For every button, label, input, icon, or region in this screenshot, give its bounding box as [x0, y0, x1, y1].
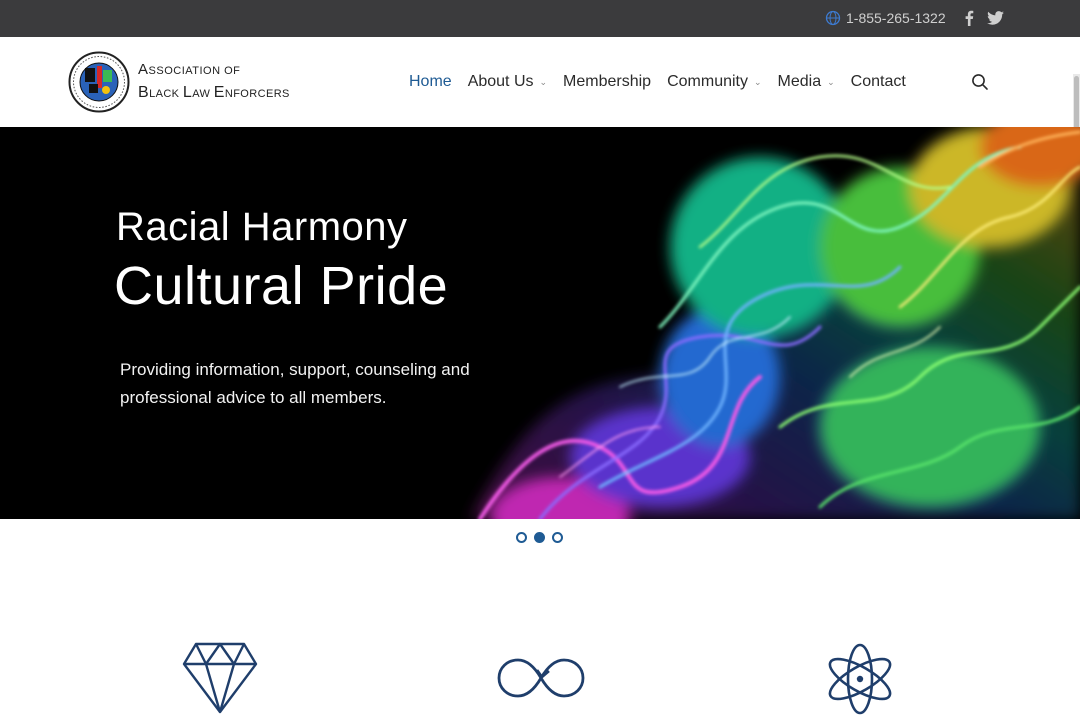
rainbow-smoke-image: [470, 127, 1080, 519]
facebook-icon: [965, 10, 974, 26]
nav-label: Contact: [850, 73, 906, 90]
nav-item-media[interactable]: Media ⌄: [778, 73, 835, 91]
nav-label: Community: [667, 73, 748, 90]
main-nav: Home About Us ⌄ Membership Community ⌄ M…: [409, 70, 922, 94]
chevron-down-icon: ⌄: [827, 76, 835, 87]
nav-item-community[interactable]: Community ⌄: [667, 73, 761, 91]
feature-infinity: [496, 656, 586, 705]
phone-contact[interactable]: 1-855-265-1322: [825, 9, 946, 27]
globe-icon: [825, 10, 841, 26]
nav-item-contact[interactable]: Contact: [851, 73, 906, 91]
nav-label: Home: [409, 73, 452, 90]
slider-dot-2[interactable]: [534, 532, 545, 543]
hero-title-line-2: Cultural Pride: [114, 256, 449, 316]
infinity-icon: [497, 658, 585, 698]
atom-icon: [828, 643, 892, 715]
hero-slide: Racial Harmony Cultural Pride Providing …: [0, 127, 1080, 519]
site-logo[interactable]: ASSOCIATION OF BLACK LAW ENFORCERS: [68, 51, 298, 113]
nav-label: Media: [777, 73, 822, 90]
nav-label: Membership: [563, 73, 652, 90]
site-header: ASSOCIATION OF BLACK LAW ENFORCERS Home …: [0, 37, 1080, 164]
hero-title-line-1: Racial Harmony: [116, 205, 408, 249]
nav-item-home[interactable]: Home: [409, 73, 452, 91]
twitter-link[interactable]: [985, 9, 1005, 27]
phone-number: 1-855-265-1322: [846, 10, 946, 26]
slider-dot-3[interactable]: [552, 532, 563, 543]
search-button[interactable]: [971, 73, 989, 91]
slider-pagination: [516, 532, 570, 543]
search-icon: [972, 74, 988, 90]
hero-description: Providing information, support, counseli…: [120, 360, 470, 407]
top-bar: 1-855-265-1322: [0, 0, 1080, 37]
logo-line-1: ASSOCIATION OF: [138, 61, 241, 78]
twitter-icon: [986, 11, 1004, 25]
chevron-down-icon: ⌄: [753, 76, 762, 87]
logo-line-2: BLACK LAW ENFORCERS: [138, 84, 290, 101]
chevron-down-icon: ⌄: [539, 76, 548, 87]
feature-diamond: [182, 640, 258, 719]
facebook-link[interactable]: [959, 9, 979, 27]
nav-label: About Us: [467, 73, 534, 90]
nav-item-about-us[interactable]: About Us ⌄: [468, 73, 547, 91]
diamond-icon: [182, 642, 258, 714]
badge-logo-icon: [68, 51, 130, 113]
logo-text: ASSOCIATION OF BLACK LAW ENFORCERS: [138, 59, 290, 105]
feature-atom: [826, 641, 894, 720]
nav-item-membership[interactable]: Membership: [563, 73, 651, 91]
slider-dot-1[interactable]: [516, 532, 527, 543]
